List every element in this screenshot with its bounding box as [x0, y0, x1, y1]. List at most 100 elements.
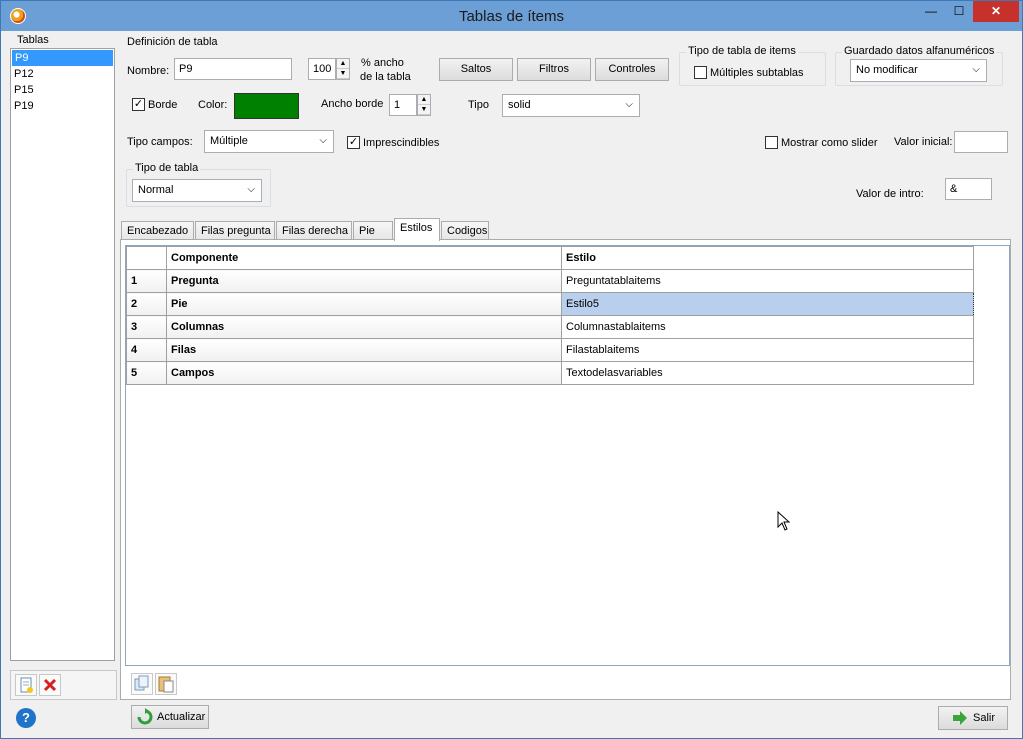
- tipo-de-tabla-select[interactable]: Normal ⌵: [132, 179, 262, 202]
- actualizar-button[interactable]: Actualizar: [131, 705, 209, 729]
- paste-icon: [158, 676, 174, 693]
- tablas-item[interactable]: P12: [11, 66, 114, 82]
- row-number: 2: [126, 292, 167, 316]
- table-row[interactable]: 5 Campos Textodelasvariables: [126, 361, 974, 385]
- tipo-select[interactable]: solid ⌵: [502, 94, 640, 117]
- guardado-label: Guardado datos alfanuméricos: [842, 45, 997, 57]
- maximize-button[interactable]: ☐: [945, 1, 973, 22]
- table-row[interactable]: 3 Columnas Columnastablaitems: [126, 315, 974, 339]
- ancho-label-2: de la tabla: [360, 71, 411, 83]
- chevron-down-icon: ⌵: [319, 135, 327, 146]
- exit-arrow-icon: [953, 711, 967, 725]
- tab-pie[interactable]: Pie: [353, 221, 393, 241]
- table-row[interactable]: 1 Pregunta Preguntatablaitems: [126, 269, 974, 293]
- actualizar-label: Actualizar: [157, 711, 206, 723]
- delete-table-button[interactable]: [39, 674, 61, 696]
- tablas-item[interactable]: P9: [12, 50, 113, 66]
- close-button[interactable]: ✕: [973, 1, 1019, 22]
- tablas-group: Tablas P9 P12 P15 P19: [7, 34, 117, 665]
- guardado-select[interactable]: No modificar ⌵: [850, 59, 987, 82]
- estilo-cell[interactable]: Textodelasvariables: [561, 361, 974, 385]
- new-table-button[interactable]: [15, 674, 37, 696]
- tab-estilos[interactable]: Estilos: [394, 218, 440, 241]
- tipo-de-tabla-label: Tipo de tabla: [133, 162, 201, 174]
- guardado-value: No modificar: [856, 64, 918, 76]
- tab-filas-pregunta[interactable]: Filas pregunta: [195, 221, 275, 241]
- mouse-cursor-icon: [777, 511, 791, 531]
- ancho-borde-stepper[interactable]: ▲ ▼: [417, 94, 431, 116]
- multiples-subtablas-label: Múltiples subtablas: [710, 67, 804, 79]
- copy-icon: [134, 675, 149, 691]
- minimize-button[interactable]: —: [917, 1, 945, 22]
- valor-intro-label: Valor de intro:: [856, 188, 924, 200]
- tablas-label: Tablas: [15, 34, 51, 46]
- delete-icon: [43, 678, 57, 692]
- nombre-label: Nombre:: [127, 65, 170, 77]
- mostrar-slider-checkbox[interactable]: [765, 136, 778, 149]
- tipo-de-tabla-group: Tipo de tabla Normal ⌵: [126, 162, 271, 207]
- ancho-label-1: % ancho: [361, 57, 404, 69]
- nombre-input[interactable]: P9: [174, 58, 292, 80]
- color-swatch[interactable]: [234, 93, 299, 119]
- main-window: Tablas de ítems — ☐ ✕ Tablas P9 P12 P15 …: [0, 0, 1023, 739]
- tipo-campos-select[interactable]: Múltiple ⌵: [204, 130, 334, 153]
- tablas-list[interactable]: P9 P12 P15 P19: [10, 48, 115, 661]
- estilos-grid[interactable]: Componente Estilo 1 Pregunta Preguntatab…: [125, 245, 1010, 666]
- tab-filas-derecha[interactable]: Filas derecha: [276, 221, 352, 241]
- estilos-panel: Componente Estilo 1 Pregunta Preguntatab…: [120, 239, 1011, 700]
- componente-cell[interactable]: Filas: [166, 338, 562, 362]
- row-number: 1: [126, 269, 167, 293]
- borde-checkbox[interactable]: ✓: [132, 98, 145, 111]
- tipo-tabla-items-group: Tipo de tabla de items Múltiples subtabl…: [679, 45, 826, 86]
- tipo-de-tabla-value: Normal: [138, 184, 174, 196]
- chevron-down-icon: ⌵: [972, 64, 980, 75]
- multiples-subtablas-checkbox[interactable]: [694, 66, 707, 79]
- salir-button[interactable]: Salir: [938, 706, 1008, 730]
- estilo-cell[interactable]: Columnastablaitems: [561, 315, 974, 339]
- title-bar: Tablas de ítems — ☐ ✕: [1, 1, 1022, 31]
- refresh-icon: [137, 708, 153, 725]
- tab-encabezado[interactable]: Encabezado: [121, 221, 194, 241]
- tab-codigos[interactable]: Codigos: [441, 221, 489, 241]
- controles-button[interactable]: Controles: [595, 58, 669, 81]
- ancho-borde-label: Ancho borde: [321, 98, 384, 110]
- componente-cell[interactable]: Pie: [166, 292, 562, 316]
- imprescindibles-label: Imprescindibles: [363, 137, 440, 149]
- componente-cell[interactable]: Columnas: [166, 315, 562, 339]
- table-row[interactable]: 2 Pie Estilo5: [126, 292, 974, 316]
- chevron-down-icon: ⌵: [625, 99, 633, 110]
- borde-label: Borde: [148, 99, 178, 111]
- row-number: 5: [126, 361, 167, 385]
- tipo-tabla-items-label: Tipo de tabla de items: [686, 45, 798, 57]
- ancho-stepper[interactable]: ▲ ▼: [336, 58, 350, 80]
- saltos-button[interactable]: Saltos: [439, 58, 513, 81]
- estilo-cell[interactable]: Preguntatablaitems: [561, 269, 974, 293]
- tipo-campos-value: Múltiple: [210, 135, 248, 147]
- imprescindibles-checkbox[interactable]: ✓: [347, 136, 360, 149]
- componente-cell[interactable]: Pregunta: [166, 269, 562, 293]
- paste-button[interactable]: [155, 673, 177, 695]
- valor-inicial-input[interactable]: [954, 131, 1008, 153]
- estilo-cell[interactable]: Filastablaitems: [561, 338, 974, 362]
- grid-toolbar: [125, 670, 1010, 698]
- help-icon[interactable]: ?: [16, 708, 36, 728]
- tablas-item[interactable]: P15: [11, 82, 114, 98]
- salir-label: Salir: [973, 712, 996, 724]
- estilo-cell-selected[interactable]: Estilo5: [561, 292, 974, 316]
- componente-cell[interactable]: Campos: [166, 361, 562, 385]
- color-label: Color:: [198, 99, 228, 111]
- table-header-row: Componente Estilo: [126, 246, 974, 270]
- ancho-input[interactable]: 100: [308, 58, 336, 80]
- row-number: 3: [126, 315, 167, 339]
- row-number-header: [126, 246, 167, 270]
- tablas-toolbar: [10, 670, 117, 700]
- tipo-label: Tipo: [468, 99, 489, 111]
- estilo-header: Estilo: [561, 246, 974, 270]
- filtros-button[interactable]: Filtros: [517, 58, 591, 81]
- tablas-item[interactable]: P19: [11, 98, 114, 114]
- table-row[interactable]: 4 Filas Filastablaitems: [126, 338, 974, 362]
- chevron-down-icon: ⌵: [247, 184, 255, 195]
- copy-button[interactable]: [131, 673, 153, 695]
- valor-intro-input[interactable]: &: [945, 178, 992, 200]
- ancho-borde-input[interactable]: 1: [389, 94, 417, 116]
